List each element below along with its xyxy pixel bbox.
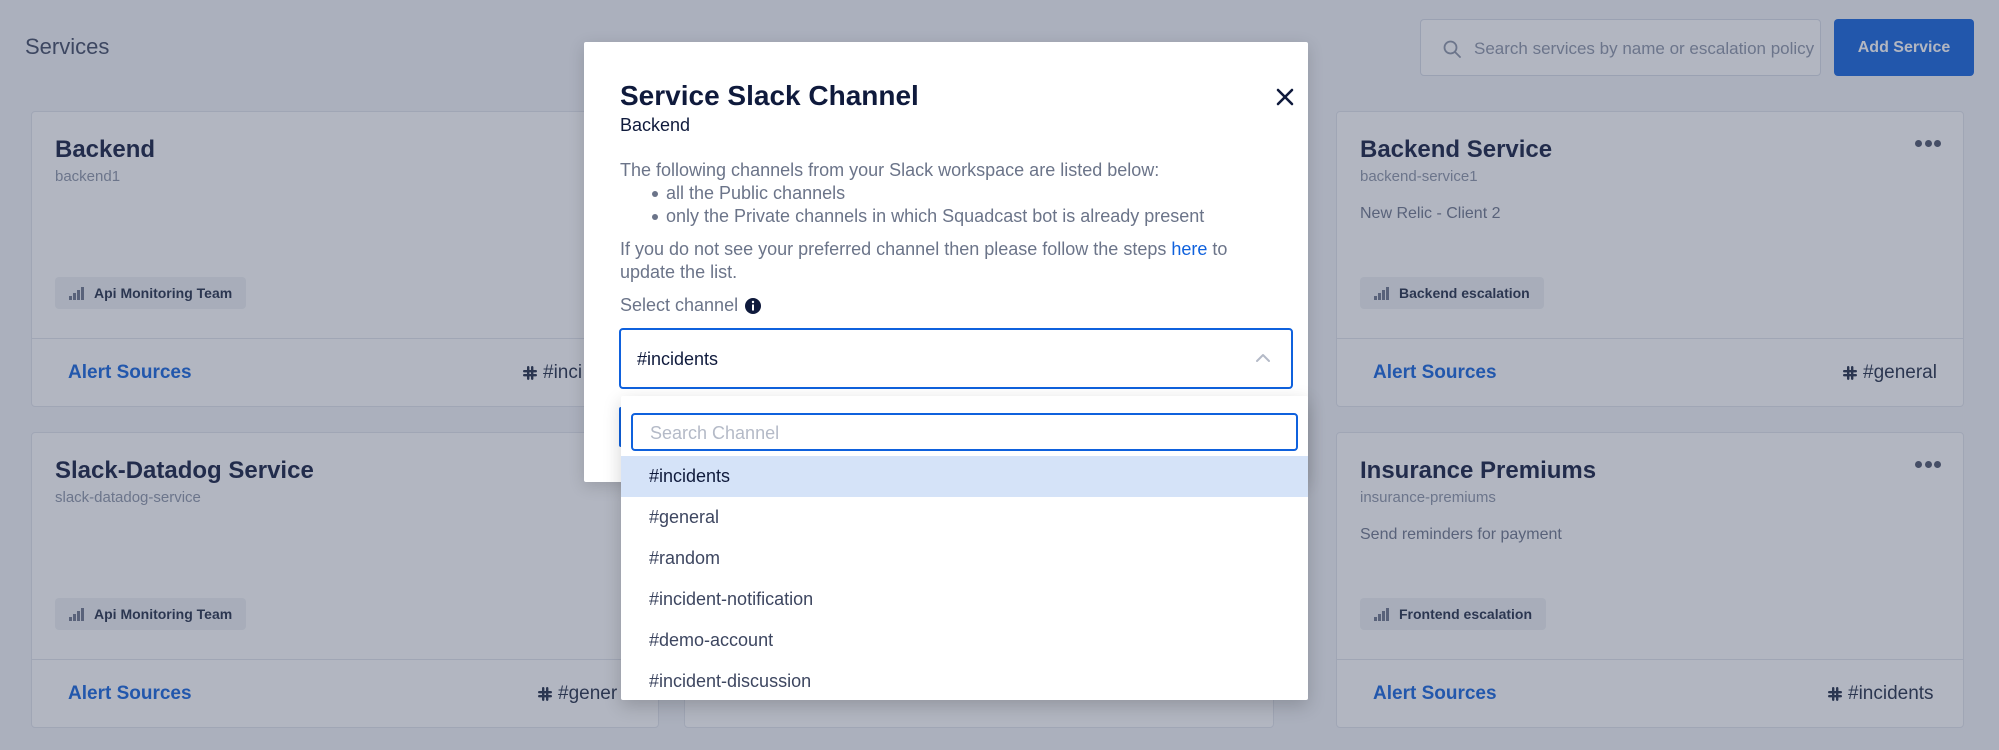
info-icon[interactable] [744,297,762,315]
chevron-up-icon[interactable] [1255,352,1271,364]
help-text-prefix: If you do not see your preferred channel… [620,239,1172,259]
modal-subtitle: Backend [620,115,691,135]
help-link[interactable]: here [1171,239,1207,259]
channel-option[interactable]: #demo-account [621,620,1308,661]
channel-option[interactable]: #incident-notification [621,579,1308,620]
select-channel-label-text: Select channel [620,295,739,315]
channel-select-value: #incidents [637,349,719,369]
modal-intro-text: The following channels from your Slack w… [620,160,1160,180]
channel-rule-item: only the Private channels in which Squad… [652,205,1204,228]
channel-search-placeholder: Search Channel [650,423,780,443]
channel-select[interactable]: #incidents [619,328,1293,389]
channel-options-list: #incidents #general #random #incident-no… [621,456,1308,700]
channel-option[interactable]: #incidents [621,456,1308,497]
channel-option[interactable]: #incident-discussion [621,661,1308,700]
help-text: If you do not see your preferred channel… [620,238,1280,284]
modal-title: Service Slack Channel [620,80,919,111]
close-icon[interactable] [1274,86,1296,108]
channel-dropdown-menu: Search Channel #incidents #general #rand… [621,396,1308,700]
channel-option[interactable]: #random [621,538,1308,579]
channel-rule-item: all the Public channels [652,182,1204,205]
channel-rules-list: all the Public channels only the Private… [652,182,1204,228]
channel-search-input[interactable]: Search Channel [631,413,1298,451]
select-channel-label: Select channel [620,295,762,316]
channel-option[interactable]: #general [621,497,1308,538]
